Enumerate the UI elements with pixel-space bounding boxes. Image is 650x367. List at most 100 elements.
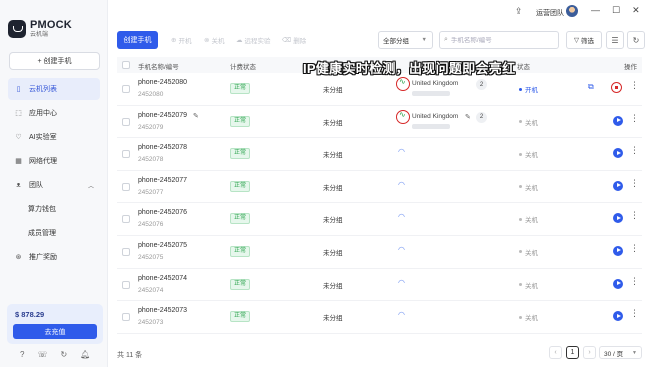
ip-health-icon[interactable]	[396, 77, 410, 91]
stop-icon[interactable]	[611, 82, 622, 93]
row-checkbox[interactable]	[122, 280, 130, 289]
group-name: 未分组	[323, 184, 343, 192]
sidebar-item-label: 应用中心	[29, 110, 57, 117]
more-icon[interactable]: ⋮	[630, 308, 639, 319]
row-checkbox[interactable]	[122, 150, 130, 159]
sidebar-item-network-proxy[interactable]: ▦ 网络代理	[8, 150, 100, 172]
edit-proxy-icon[interactable]: ✎	[465, 113, 471, 121]
support-icon[interactable]: ☏	[37, 350, 47, 359]
ip-address-blurred	[412, 123, 450, 129]
table-row[interactable]: phone-2452074 2452074 正常 未分组 ◠ 关机 ⋮	[117, 269, 642, 302]
remote-control-icon[interactable]: ⧉	[588, 82, 594, 92]
power-status: 关机	[519, 312, 538, 322]
play-icon[interactable]	[613, 180, 623, 191]
sidebar-item-team[interactable]: ᴥ 团队 ︿	[8, 174, 100, 196]
sidebar-item-label: 网络代理	[29, 158, 57, 165]
upload-icon[interactable]: ⇪	[515, 6, 523, 17]
next-page-button[interactable]: ›	[583, 346, 596, 359]
recharge-button[interactable]: 去充值	[13, 324, 97, 339]
sidebar-item-compute-wallet[interactable]: 算力钱包	[8, 198, 100, 220]
sidebar-item-app-center[interactable]: ⬚ 应用中心	[8, 102, 100, 124]
more-icon[interactable]: ⋮	[630, 145, 639, 156]
more-icon[interactable]: ⋮	[630, 80, 639, 91]
ip-health-icon[interactable]	[396, 109, 410, 124]
close-icon[interactable]: ✕	[632, 5, 640, 16]
sidebar-item-member-management[interactable]: 成员管理	[8, 222, 100, 244]
maximize-icon[interactable]: ☐	[612, 5, 620, 16]
create-phone-button[interactable]: 创建手机	[117, 31, 158, 49]
play-icon[interactable]	[613, 311, 623, 322]
sidebar-item-phone-list[interactable]: ▯ 云机列表	[8, 78, 100, 100]
column-settings-button[interactable]: ☰	[606, 31, 624, 49]
power-status-label: 关机	[525, 184, 538, 192]
column-header-status: 状态	[517, 64, 530, 71]
current-page[interactable]: 1	[566, 346, 579, 359]
play-icon[interactable]	[613, 148, 623, 159]
batch-remote-button[interactable]: ☁ 远程实验	[236, 31, 271, 49]
page-size-select[interactable]: 30 / 页 ▼	[599, 346, 642, 359]
wifi-icon: ◠	[398, 179, 405, 189]
search-box: ⌕	[439, 31, 559, 49]
chevron-down-icon: ▼	[632, 349, 637, 356]
sidebar-item-label: 推广奖励	[29, 254, 57, 261]
row-checkbox[interactable]	[122, 182, 130, 191]
search-input[interactable]	[450, 36, 551, 44]
table-row[interactable]: phone-2452079 ✎ 2452079 正常 未分组 United Ki…	[117, 106, 642, 139]
phone-name: phone-2452075	[138, 241, 188, 249]
more-icon[interactable]: ⋮	[630, 276, 639, 287]
group-select[interactable]: 全部分组 ▼	[378, 31, 433, 49]
filter-button[interactable]: ▽ 筛选	[566, 31, 602, 49]
refresh-icon[interactable]: ↻	[60, 350, 67, 359]
billing-status-badge: 正常	[230, 148, 251, 160]
more-icon[interactable]: ⋮	[630, 113, 639, 124]
wifi-icon: ◠	[398, 212, 405, 222]
bell-icon[interactable]: 🔔︎	[80, 350, 90, 359]
table-row[interactable]: phone-2452076 2452076 正常 未分组 ◠ 关机 ⋮	[117, 203, 642, 236]
row-checkbox[interactable]	[122, 85, 130, 93]
batch-delete-button[interactable]: ⌫ 删除	[282, 31, 306, 49]
row-checkbox[interactable]	[122, 313, 130, 322]
select-all-checkbox[interactable]	[122, 61, 130, 69]
row-checkbox[interactable]	[122, 215, 130, 224]
prev-page-button[interactable]: ‹	[549, 346, 562, 359]
batch-power-on-button[interactable]: ⊕ 开机	[171, 31, 191, 49]
row-checkbox[interactable]	[122, 247, 130, 256]
play-icon[interactable]	[613, 278, 623, 289]
table-row[interactable]: phone-2452077 2452077 正常 未分组 ◠ 关机 ⋮	[117, 171, 642, 204]
batch-label: 关机	[211, 38, 225, 45]
edit-name-icon[interactable]: ✎	[193, 112, 199, 120]
column-header-action: 操作	[624, 64, 637, 71]
batch-power-off-button[interactable]: ⊗ 关机	[204, 31, 224, 49]
table-row[interactable]: phone-2452073 2452073 正常 未分组 ◠ 关机 ⋮	[117, 301, 642, 334]
more-icon[interactable]: ⋮	[630, 210, 639, 221]
table-row[interactable]: phone-2452078 2452078 正常 未分组 ◠ 关机 ⋮	[117, 138, 642, 171]
more-icon[interactable]: ⋮	[630, 243, 639, 254]
app-subtitle: 云机端	[30, 32, 49, 38]
ip-address-blurred	[412, 91, 450, 96]
avatar[interactable]	[566, 5, 578, 17]
power-status: 关机	[519, 280, 538, 290]
ip-count-badge: 2	[476, 111, 487, 123]
billing-status-badge: 正常	[230, 278, 251, 290]
phone-icon: ▯	[16, 86, 21, 93]
play-icon[interactable]	[613, 213, 623, 224]
sidebar-create-phone-button[interactable]: + 创建手机	[9, 52, 100, 70]
status-dot	[519, 185, 522, 189]
minimize-icon[interactable]: —	[591, 5, 600, 16]
play-icon[interactable]	[613, 245, 623, 256]
team-name[interactable]: 运营团队	[536, 8, 564, 18]
more-icon[interactable]: ⋮	[630, 178, 639, 189]
help-icon[interactable]: ?	[20, 350, 24, 359]
table-row[interactable]: phone-2452075 2452075 正常 未分组 ◠ 关机 ⋮	[117, 236, 642, 269]
row-checkbox[interactable]	[122, 117, 130, 126]
sidebar-item-ai-lab[interactable]: ♡ AI实验室	[8, 126, 100, 148]
refresh-button[interactable]: ↻	[627, 31, 645, 49]
power-status: 关机	[519, 149, 538, 159]
ip-country: United Kingdom	[412, 112, 459, 120]
network-icon: ▦	[15, 158, 22, 165]
play-icon[interactable]	[613, 115, 623, 126]
sidebar-item-label: 云机列表	[29, 86, 57, 93]
table-row[interactable]: phone-2452080 2452080 正常 未分组 United King…	[117, 73, 642, 106]
phone-number: 2452079	[138, 123, 164, 131]
sidebar-item-referral-reward[interactable]: ⊛ 推广奖励	[8, 246, 100, 268]
